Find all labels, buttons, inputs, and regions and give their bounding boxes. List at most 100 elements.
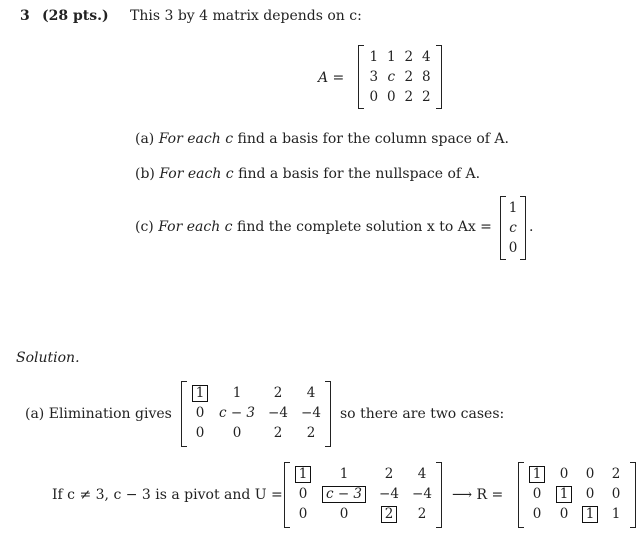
solution-part-a-after: so there are two cases: [340,406,505,422]
matrix-row: 0022 [365,87,435,107]
cell-value: 0 [195,425,205,441]
part-b-italic: For each c [159,166,234,182]
cell-value: 0 [298,506,308,522]
matrix-cell: 1 [186,384,214,402]
matrix-cell: 1 [383,49,401,65]
matrix-cell: 1 [523,465,551,483]
matrix-cell: 0 [603,486,629,502]
pivot-box: 1 [528,465,546,483]
matrix-cell: c − 3 [317,485,371,503]
cell-value: 2 [306,425,316,441]
matrix-row: 0011 [523,504,631,524]
matrix-cell: c − 3 [214,405,260,421]
matrix-cell: 0 [186,425,214,441]
part-c-label: (c) [135,219,154,235]
matrix-cell: 2 [260,425,296,441]
matrix-cell: 2 [371,466,407,482]
problem-points: (28 pts.) [42,8,109,24]
matrix-cell: c [501,220,525,236]
matrix-cell: 1 [551,485,577,503]
matrix-cell: 0 [214,425,260,441]
matrix-row: 1 1 2 4 [289,464,437,484]
matrix-cell: 0 [577,466,603,482]
matrix-row: 0022 [289,504,437,524]
matrix-cell: 2 [400,89,418,105]
cell-value: 1 [232,385,242,401]
matrix-cell: 1 [501,200,525,216]
matrix-cell: 2 [296,425,326,441]
cell-value: 0 [508,240,518,256]
part-b-text: find a basis for the nullspace of A. [238,166,481,182]
cell-value: 0 [585,486,595,502]
arrow-r-label: ⟶ R = [452,487,504,503]
matrix-cell: 2 [407,506,437,522]
matrix-row: c [501,218,525,238]
cell-value: 1 [508,200,518,216]
cell-value: 0 [232,425,242,441]
matrix-cell: 2 [418,89,436,105]
pivot-box: 1 [191,384,209,402]
matrix-cell: −4 [407,486,437,502]
cell-value: −4 [412,486,432,502]
matrix-cell: 4 [407,466,437,482]
cell-value: 0 [369,89,379,105]
cell-value: 2 [384,466,394,482]
part-a-label: (a) [135,131,155,147]
solution-part-a-label: (a) [25,406,45,422]
case-text: If c ≠ 3, c − 3 is a pivot and U = [52,487,283,503]
matrix-cell: 0 [289,486,317,502]
matrix-a-label: A = [318,70,345,86]
matrix-cell: 0 [365,89,383,105]
rhs-vector: 1 c 0 [500,196,526,260]
u-matrix: 1 1 2 4 0 c − 3 −4 −4 0 0 2 2 [284,462,442,528]
cell-value: 1 [386,49,396,65]
solution-part-a: (a) Elimination gives [25,406,172,422]
part-c: (c) For each c find the complete solutio… [135,219,492,235]
matrix-row: 1124 [186,383,326,403]
cell-value: c [509,220,517,236]
rhs-period: . [529,219,534,235]
cell-value: 1 [611,506,621,522]
cell-value: 1 [369,49,379,65]
cell-value: c [387,69,396,85]
matrix-cell: 2 [400,69,418,85]
cell-value: c − 3 [218,405,256,421]
matrix-row: 0 [501,238,525,258]
matrix-row: 1124 [365,47,435,67]
matrix-cell: 0 [523,506,551,522]
matrix-cell: 8 [418,69,436,85]
cell-value: 0 [386,89,396,105]
cell-value: 4 [417,466,427,482]
problem-intro: This 3 by 4 matrix depends on c: [130,8,362,24]
matrix-cell: 1 [603,506,629,522]
matrix-cell: −4 [371,486,407,502]
matrix-cell: 1 [214,385,260,401]
matrix-cell: 0 [501,240,525,256]
matrix-cell: 1 [365,49,383,65]
matrix-cell: 2 [400,49,418,65]
cell-value: 1 [339,466,349,482]
matrix-row: 0 c − 3 −4 −4 [186,403,326,423]
matrix-cell: 1 [577,505,603,523]
cell-value: 2 [421,89,431,105]
cell-value: 0 [195,405,205,421]
cell-value: 2 [404,69,414,85]
part-c-italic: For each c [158,219,233,235]
matrix-row: 0 0 2 2 [186,423,326,443]
cell-value: −4 [268,405,288,421]
matrix-cell: 1 [317,466,371,482]
matrix-cell: 2 [371,505,407,523]
cell-value: 4 [306,385,316,401]
pivot-box: c − 3 [321,485,367,503]
matrix-cell: 3 [365,69,383,85]
problem-number: 3 [20,8,30,24]
cell-value: 8 [421,69,431,85]
pivot-box: 1 [294,465,312,483]
solution-part-a-text: Elimination gives [48,406,172,422]
matrix-cell: 0 [317,506,371,522]
pivot-box: 1 [581,505,599,523]
cell-value: 2 [404,49,414,65]
cell-value: −4 [379,486,399,502]
cell-value: 2 [273,425,283,441]
matrix-row: 0 c − 3 −4 −4 [289,484,437,504]
